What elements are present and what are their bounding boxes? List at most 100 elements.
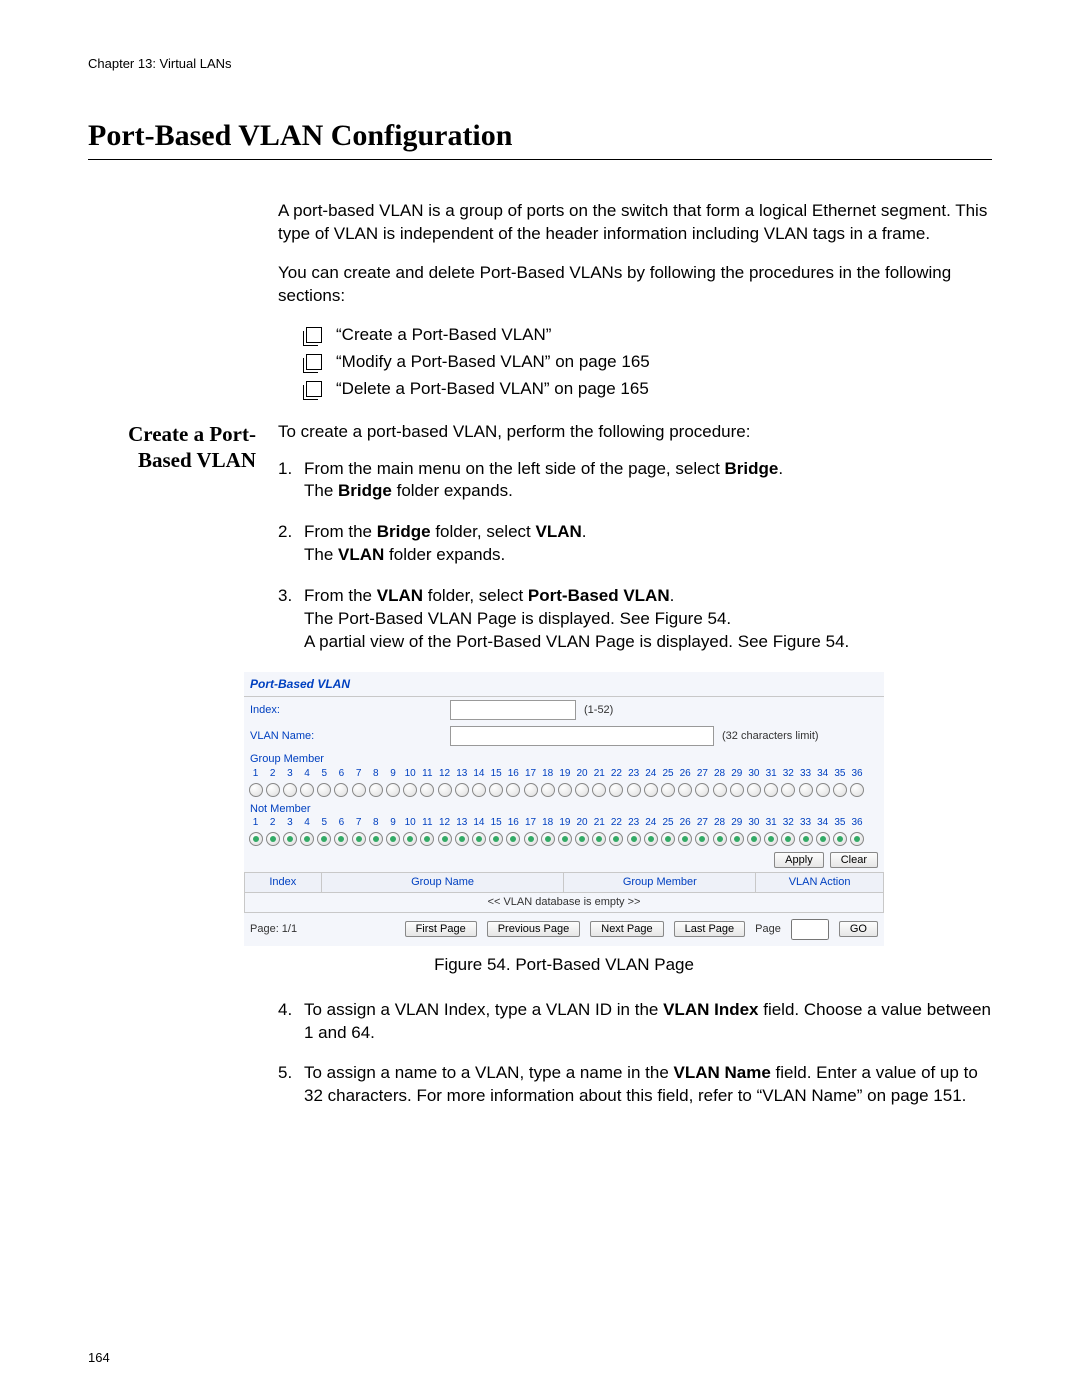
port-radio-selected[interactable] (678, 832, 693, 846)
port-radio[interactable] (489, 783, 504, 797)
port-radio[interactable] (300, 783, 315, 797)
port-radio[interactable] (832, 783, 847, 797)
port-radio[interactable] (815, 783, 830, 797)
page-input[interactable] (791, 919, 829, 940)
port-radio-selected[interactable] (626, 832, 641, 846)
port-number: 7 (351, 816, 366, 830)
port-radio[interactable] (575, 783, 590, 797)
port-radio-selected[interactable] (643, 832, 658, 846)
port-radio-selected[interactable] (386, 832, 401, 846)
port-radio[interactable] (540, 783, 555, 797)
apply-button[interactable]: Apply (774, 852, 824, 868)
port-radio-selected[interactable] (815, 832, 830, 846)
port-radio[interactable] (265, 783, 280, 797)
port-radio-selected[interactable] (557, 832, 572, 846)
port-radio-selected[interactable] (248, 832, 263, 846)
port-radio-selected[interactable] (609, 832, 624, 846)
port-radio-selected[interactable] (661, 832, 676, 846)
port-radio[interactable] (403, 783, 418, 797)
port-radio-selected[interactable] (265, 832, 280, 846)
port-radio-selected[interactable] (437, 832, 452, 846)
port-radio[interactable] (781, 783, 796, 797)
port-radio[interactable] (798, 783, 813, 797)
port-radio-selected[interactable] (403, 832, 418, 846)
port-number: 23 (626, 816, 641, 830)
go-button[interactable]: GO (839, 921, 878, 937)
port-radio-selected[interactable] (351, 832, 366, 846)
next-page-button[interactable]: Next Page (590, 921, 663, 937)
first-page-button[interactable]: First Page (405, 921, 477, 937)
port-number: 8 (368, 767, 383, 781)
port-radio-selected[interactable] (712, 832, 727, 846)
port-number: 18 (540, 767, 555, 781)
port-radio[interactable] (523, 783, 538, 797)
port-radio[interactable] (386, 783, 401, 797)
port-radio[interactable] (626, 783, 641, 797)
port-radio[interactable] (317, 783, 332, 797)
port-radio[interactable] (764, 783, 779, 797)
port-radio[interactable] (746, 783, 761, 797)
port-radio-selected[interactable] (729, 832, 744, 846)
port-number: 31 (764, 816, 779, 830)
port-radio[interactable] (506, 783, 521, 797)
clear-button[interactable]: Clear (830, 852, 878, 868)
port-radio-selected[interactable] (489, 832, 504, 846)
port-radio[interactable] (420, 783, 435, 797)
port-radio-selected[interactable] (368, 832, 383, 846)
port-radio[interactable] (678, 783, 693, 797)
port-radio-selected[interactable] (420, 832, 435, 846)
port-radio[interactable] (282, 783, 297, 797)
port-radio-selected[interactable] (454, 832, 469, 846)
vlan-name-label: VLAN Name: (250, 729, 450, 744)
col-vlan-action: VLAN Action (756, 872, 884, 892)
port-radio[interactable] (643, 783, 658, 797)
port-number: 20 (575, 767, 590, 781)
port-radio[interactable] (729, 783, 744, 797)
port-radio-selected[interactable] (540, 832, 555, 846)
port-radio-selected[interactable] (317, 832, 332, 846)
port-radio[interactable] (454, 783, 469, 797)
port-radio-selected[interactable] (575, 832, 590, 846)
bullet-item: “Create a Port-Based VLAN” (306, 324, 992, 347)
port-radio-selected[interactable] (523, 832, 538, 846)
port-radio-selected[interactable] (781, 832, 796, 846)
index-input[interactable] (450, 700, 576, 720)
port-radio[interactable] (437, 783, 452, 797)
port-number: 28 (712, 816, 727, 830)
port-radio[interactable] (351, 783, 366, 797)
port-radio-selected[interactable] (471, 832, 486, 846)
port-radio-selected[interactable] (850, 832, 865, 846)
port-radio[interactable] (712, 783, 727, 797)
port-radio-selected[interactable] (592, 832, 607, 846)
port-radio[interactable] (695, 783, 710, 797)
port-radio-selected[interactable] (506, 832, 521, 846)
vlan-table: Index Group Name Group Member VLAN Actio… (244, 872, 884, 913)
port-number: 36 (850, 767, 865, 781)
port-radio[interactable] (248, 783, 263, 797)
port-radio[interactable] (368, 783, 383, 797)
port-radio[interactable] (661, 783, 676, 797)
port-number: 15 (489, 816, 504, 830)
port-radio-selected[interactable] (746, 832, 761, 846)
vlan-name-input[interactable] (450, 726, 714, 746)
port-radio-selected[interactable] (334, 832, 349, 846)
port-radio-selected[interactable] (798, 832, 813, 846)
section-heading: Create a Port- Based VLAN (88, 421, 278, 474)
col-index: Index (245, 872, 322, 892)
port-radio-selected[interactable] (764, 832, 779, 846)
port-number: 10 (403, 816, 418, 830)
port-radio[interactable] (334, 783, 349, 797)
port-radio[interactable] (471, 783, 486, 797)
port-radio[interactable] (592, 783, 607, 797)
port-radio[interactable] (609, 783, 624, 797)
previous-page-button[interactable]: Previous Page (487, 921, 581, 937)
running-head: Chapter 13: Virtual LANs (88, 56, 992, 71)
port-radio-selected[interactable] (695, 832, 710, 846)
port-number: 13 (454, 816, 469, 830)
port-radio[interactable] (557, 783, 572, 797)
last-page-button[interactable]: Last Page (674, 921, 746, 937)
port-radio-selected[interactable] (282, 832, 297, 846)
port-radio[interactable] (850, 783, 865, 797)
port-radio-selected[interactable] (832, 832, 847, 846)
port-radio-selected[interactable] (300, 832, 315, 846)
